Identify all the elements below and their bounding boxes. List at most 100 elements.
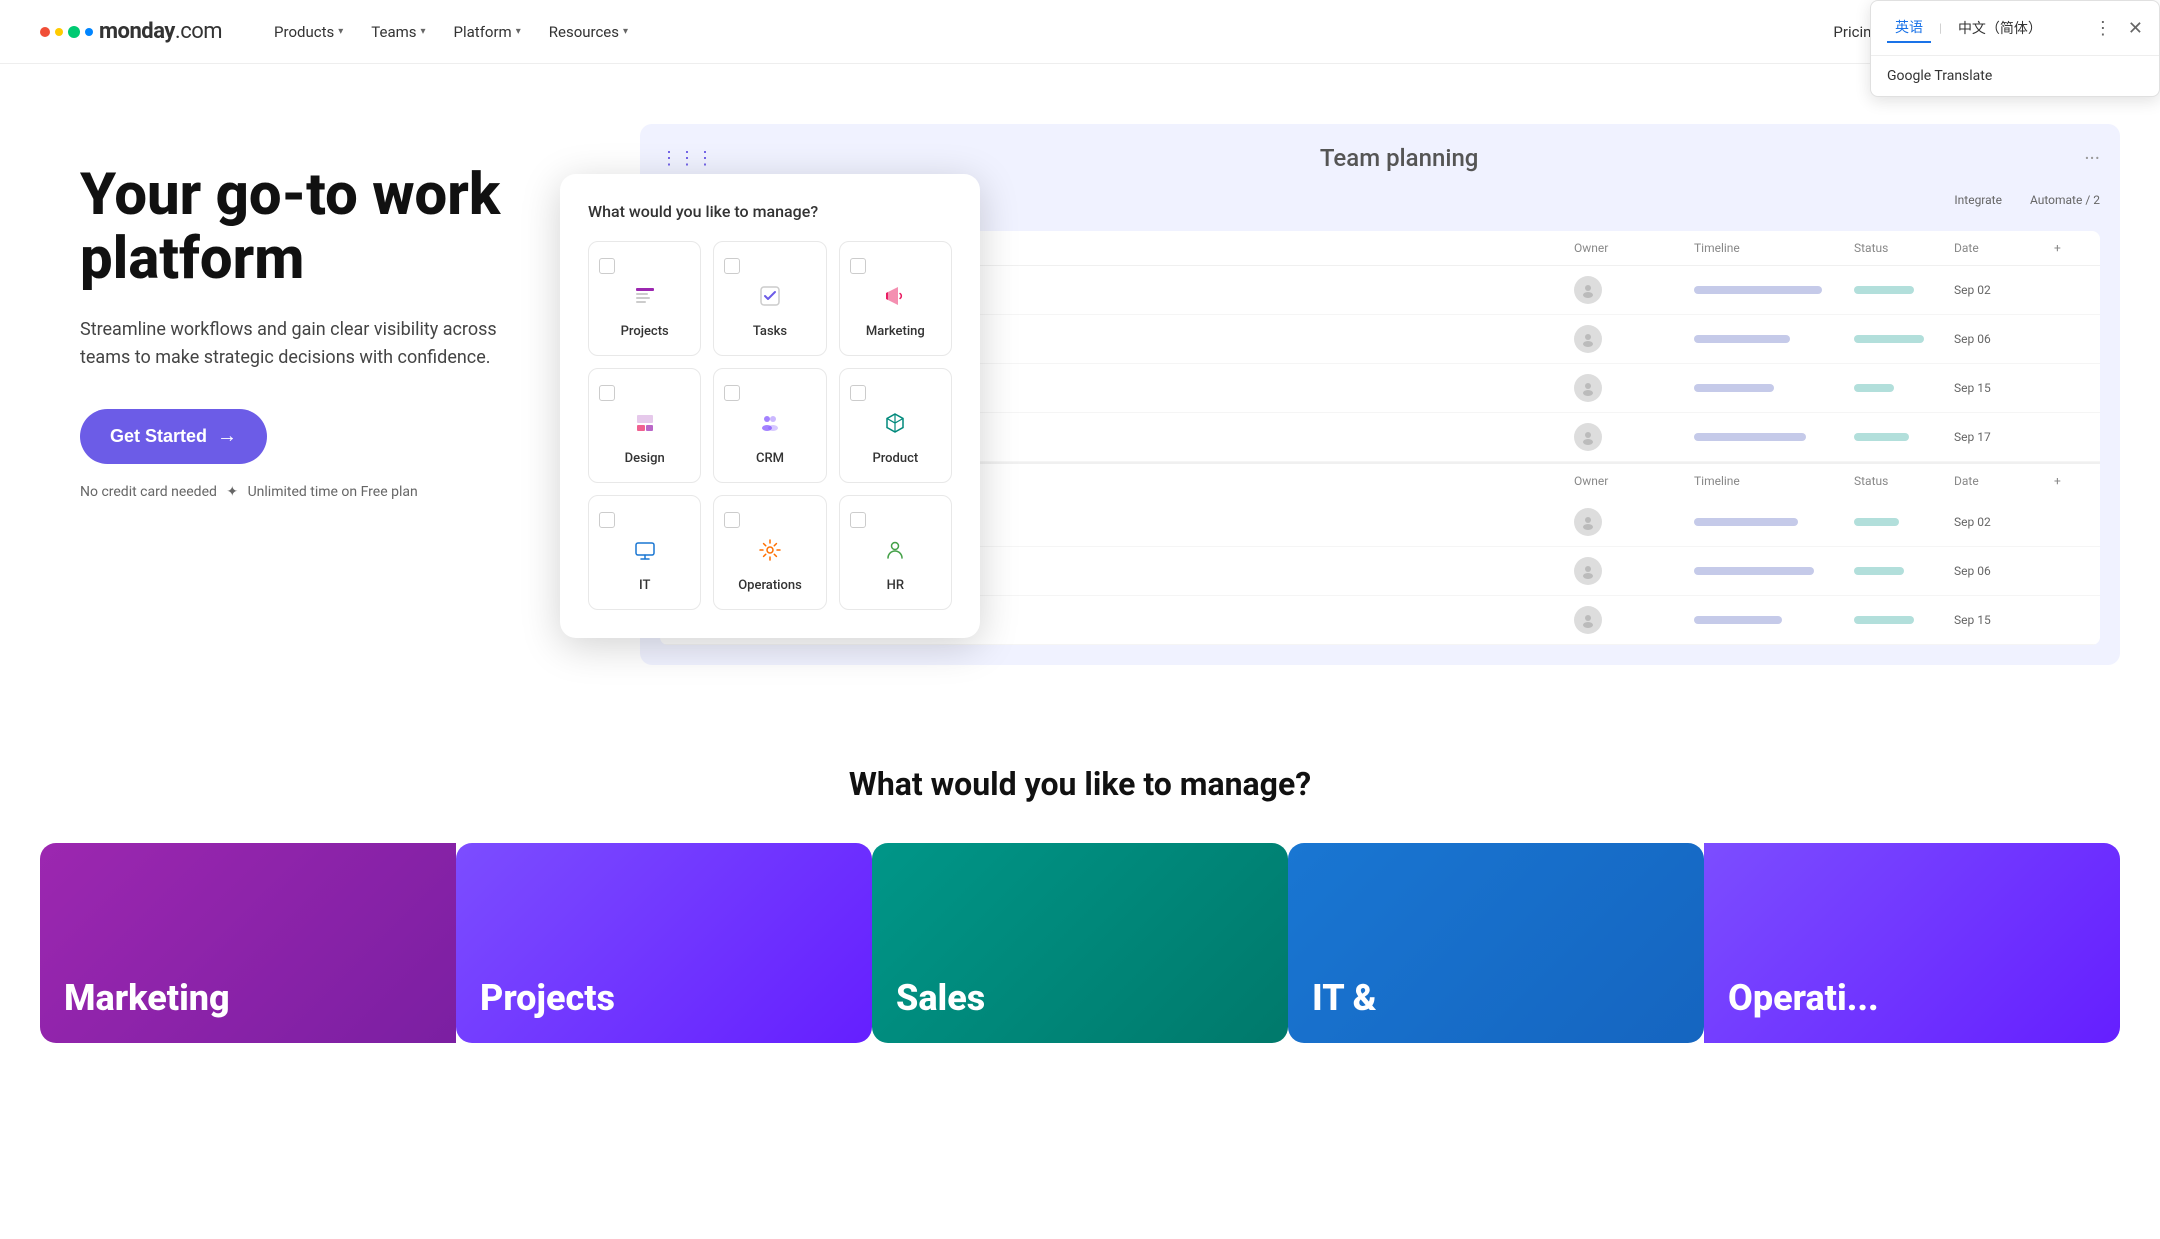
card-sales[interactable]: Sales xyxy=(872,843,1288,1043)
avatar xyxy=(1574,606,1602,634)
card-marketing[interactable]: Marketing xyxy=(40,843,456,1043)
card-operations-label: Operati... xyxy=(1728,979,1879,1019)
hero-section: Your go-to work platform Streamline work… xyxy=(0,64,2160,705)
nav-links: Products ▾ Teams ▾ Platform ▾ Resources … xyxy=(262,15,1833,49)
modal-item-product[interactable]: Product xyxy=(839,368,952,483)
nav-platform[interactable]: Platform ▾ xyxy=(442,15,533,49)
translate-lang-english[interactable]: 英语 xyxy=(1887,13,1931,43)
avatar xyxy=(1574,325,1602,353)
dashboard-more-icon[interactable]: ··· xyxy=(2084,146,2100,170)
arrow-icon: → xyxy=(217,425,237,448)
cards-row: Marketing Projects Sales IT & Operati... xyxy=(40,843,2120,1043)
status-bar xyxy=(1854,384,1894,392)
avatar xyxy=(1574,557,1602,585)
checkbox-it[interactable] xyxy=(599,512,615,528)
nav-resources[interactable]: Resources ▾ xyxy=(537,15,640,49)
translate-close-icon[interactable]: ✕ xyxy=(2128,18,2143,39)
modal-item-marketing[interactable]: Marketing xyxy=(839,241,952,356)
hero-get-started-button[interactable]: Get Started → xyxy=(80,409,267,464)
logo[interactable]: monday.com xyxy=(40,19,222,44)
hero-title: Your go-to work platform xyxy=(80,164,600,292)
avatar xyxy=(1574,276,1602,304)
modal-item-it[interactable]: IT xyxy=(588,495,701,610)
integrate-button[interactable]: Integrate xyxy=(1954,193,2002,207)
modal-item-crm[interactable]: CRM xyxy=(713,368,826,483)
tasks-label: Tasks xyxy=(753,324,787,339)
logo-dot-yellow xyxy=(55,28,63,36)
operations-label: Operations xyxy=(738,578,802,593)
card-it[interactable]: IT & xyxy=(1288,843,1704,1043)
avatar xyxy=(1574,423,1602,451)
checkbox-crm[interactable] xyxy=(724,385,740,401)
status-bar xyxy=(1854,335,1924,343)
timeline-bar xyxy=(1694,433,1806,441)
modal-item-operations[interactable]: Operations xyxy=(713,495,826,610)
hr-label: HR xyxy=(887,578,904,593)
checkbox-tasks[interactable] xyxy=(724,258,740,274)
card-sales-label: Sales xyxy=(896,979,985,1019)
modal-item-projects[interactable]: Projects xyxy=(588,241,701,356)
translate-more-icon[interactable]: ⋮ xyxy=(2094,18,2112,39)
modal-item-hr[interactable]: HR xyxy=(839,495,952,610)
design-label: Design xyxy=(625,451,665,466)
projects-label: Projects xyxy=(621,324,669,339)
automate-button[interactable]: Automate / 2 xyxy=(2030,193,2100,207)
checkbox-design[interactable] xyxy=(599,385,615,401)
checkbox-marketing[interactable] xyxy=(850,258,866,274)
card-operations[interactable]: Operati... xyxy=(1704,843,2120,1043)
section-manage: What would you like to manage? Marketing… xyxy=(0,705,2160,1083)
timeline-bar xyxy=(1694,616,1782,624)
manage-modal: What would you like to manage? Projects … xyxy=(560,174,980,638)
product-icon xyxy=(883,411,907,441)
crm-icon xyxy=(758,411,782,441)
status-bar xyxy=(1854,616,1914,624)
dashboard-title: Team planning xyxy=(726,144,2072,172)
hero-note: No credit card needed ✦ Unlimited time o… xyxy=(80,484,600,500)
tasks-icon xyxy=(758,284,782,314)
timeline-bar xyxy=(1694,286,1822,294)
checkbox-projects[interactable] xyxy=(599,258,615,274)
timeline-bar xyxy=(1694,335,1790,343)
modal-item-tasks[interactable]: Tasks xyxy=(713,241,826,356)
timeline-bar xyxy=(1694,567,1814,575)
navbar: monday.com Products ▾ Teams ▾ Platform ▾… xyxy=(0,0,2160,64)
card-projects-label: Projects xyxy=(480,979,615,1019)
logo-dot-blue xyxy=(85,28,93,36)
projects-icon xyxy=(633,284,657,314)
checkbox-hr[interactable] xyxy=(850,512,866,528)
platform-chevron-icon: ▾ xyxy=(516,26,521,37)
section-manage-title: What would you like to manage? xyxy=(40,765,2120,803)
hero-subtitle: Streamline workflows and gain clear visi… xyxy=(80,316,540,374)
hero-right: ⋮⋮⋮ Team planning ··· Gantt Kanban + Int… xyxy=(640,124,2120,665)
dashboard-header: ⋮⋮⋮ Team planning ··· xyxy=(660,144,2100,172)
hr-icon xyxy=(883,538,907,568)
checkbox-operations[interactable] xyxy=(724,512,740,528)
nav-products[interactable]: Products ▾ xyxy=(262,15,355,49)
checkbox-product[interactable] xyxy=(850,385,866,401)
translate-lang-chinese[interactable]: 中文（简体） xyxy=(1950,14,2050,42)
resources-chevron-icon: ▾ xyxy=(623,26,628,37)
it-icon xyxy=(633,538,657,568)
translate-divider: | xyxy=(1939,21,1942,35)
status-bar xyxy=(1854,433,1909,441)
products-chevron-icon: ▾ xyxy=(338,26,343,37)
modal-grid: Projects Tasks Marketing xyxy=(588,241,952,610)
marketing-label: Marketing xyxy=(866,324,925,339)
status-bar xyxy=(1854,567,1904,575)
nav-teams[interactable]: Teams ▾ xyxy=(359,15,437,49)
operations-icon xyxy=(758,538,782,568)
status-bar xyxy=(1854,286,1914,294)
it-label: IT xyxy=(639,578,650,593)
logo-name: monday.com xyxy=(99,19,222,44)
dashboard-grid-icon: ⋮⋮⋮ xyxy=(660,148,714,169)
teams-chevron-icon: ▾ xyxy=(421,26,426,37)
product-label: Product xyxy=(872,451,918,466)
card-projects[interactable]: Projects xyxy=(456,843,872,1043)
modal-item-design[interactable]: Design xyxy=(588,368,701,483)
crm-label: CRM xyxy=(756,451,784,466)
status-bar xyxy=(1854,518,1899,526)
design-icon xyxy=(633,411,657,441)
timeline-bar xyxy=(1694,518,1798,526)
card-it-label: IT & xyxy=(1312,979,1377,1019)
bullet-icon: ✦ xyxy=(226,484,238,500)
